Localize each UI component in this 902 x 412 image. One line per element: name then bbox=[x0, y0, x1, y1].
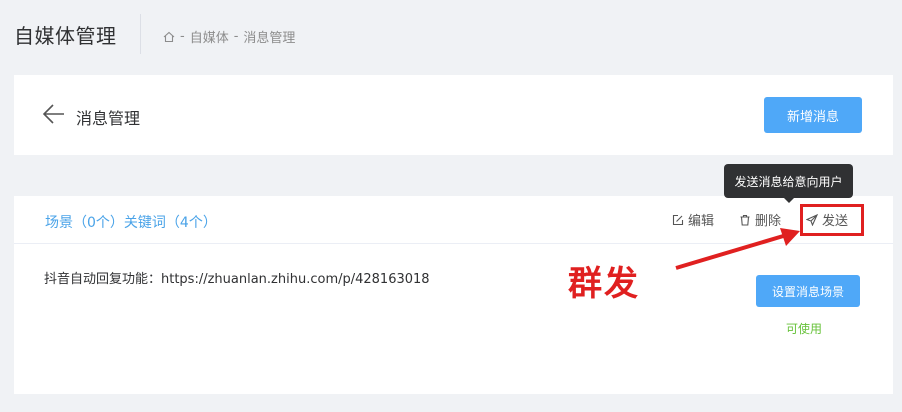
scene-header: 场景（0个）关键词（4个） 编辑 删除 发送 bbox=[14, 196, 893, 244]
send-highlight-box bbox=[800, 204, 864, 236]
header-card: 消息管理 新增消息 bbox=[14, 75, 893, 155]
edit-button[interactable]: 编辑 bbox=[672, 210, 714, 229]
edit-label: 编辑 bbox=[688, 214, 715, 229]
app-title: 自媒体管理 bbox=[14, 24, 117, 48]
breadcrumb-item-media[interactable]: 自媒体 bbox=[190, 27, 229, 46]
home-icon[interactable] bbox=[163, 31, 175, 43]
setup-scene-button[interactable]: 设置消息场景 bbox=[756, 275, 860, 307]
divider bbox=[140, 14, 141, 54]
delete-label: 删除 bbox=[755, 214, 782, 229]
top-bar: 自媒体管理 - 自媒体 - 消息管理 bbox=[0, 0, 902, 70]
annotation-label: 群发 bbox=[568, 264, 640, 304]
status-badge: 可使用 bbox=[786, 322, 823, 336]
page-title: 消息管理 bbox=[76, 109, 141, 128]
breadcrumb-separator: - bbox=[233, 29, 239, 44]
edit-icon bbox=[672, 214, 684, 226]
back-arrow-icon[interactable] bbox=[42, 103, 66, 125]
tooltip-arrow bbox=[782, 197, 795, 203]
delete-button[interactable]: 删除 bbox=[739, 210, 781, 229]
breadcrumb: - 自媒体 - 消息管理 bbox=[163, 27, 295, 46]
tooltip-text: 发送消息给意向用户 bbox=[734, 174, 843, 189]
scene-description: 抖音自动回复功能：https://zhuanlan.zhihu.com/p/42… bbox=[44, 272, 430, 287]
trash-icon bbox=[739, 214, 751, 226]
breadcrumb-item-messages: 消息管理 bbox=[243, 31, 296, 46]
scene-title[interactable]: 场景（0个）关键词（4个） bbox=[45, 212, 217, 232]
scene-card: 场景（0个）关键词（4个） 编辑 删除 发送 抖音自动回复功能：https://… bbox=[14, 196, 893, 394]
send-tooltip: 发送消息给意向用户 bbox=[724, 164, 853, 203]
add-message-button[interactable]: 新增消息 bbox=[764, 97, 862, 133]
breadcrumb-separator: - bbox=[180, 29, 185, 44]
